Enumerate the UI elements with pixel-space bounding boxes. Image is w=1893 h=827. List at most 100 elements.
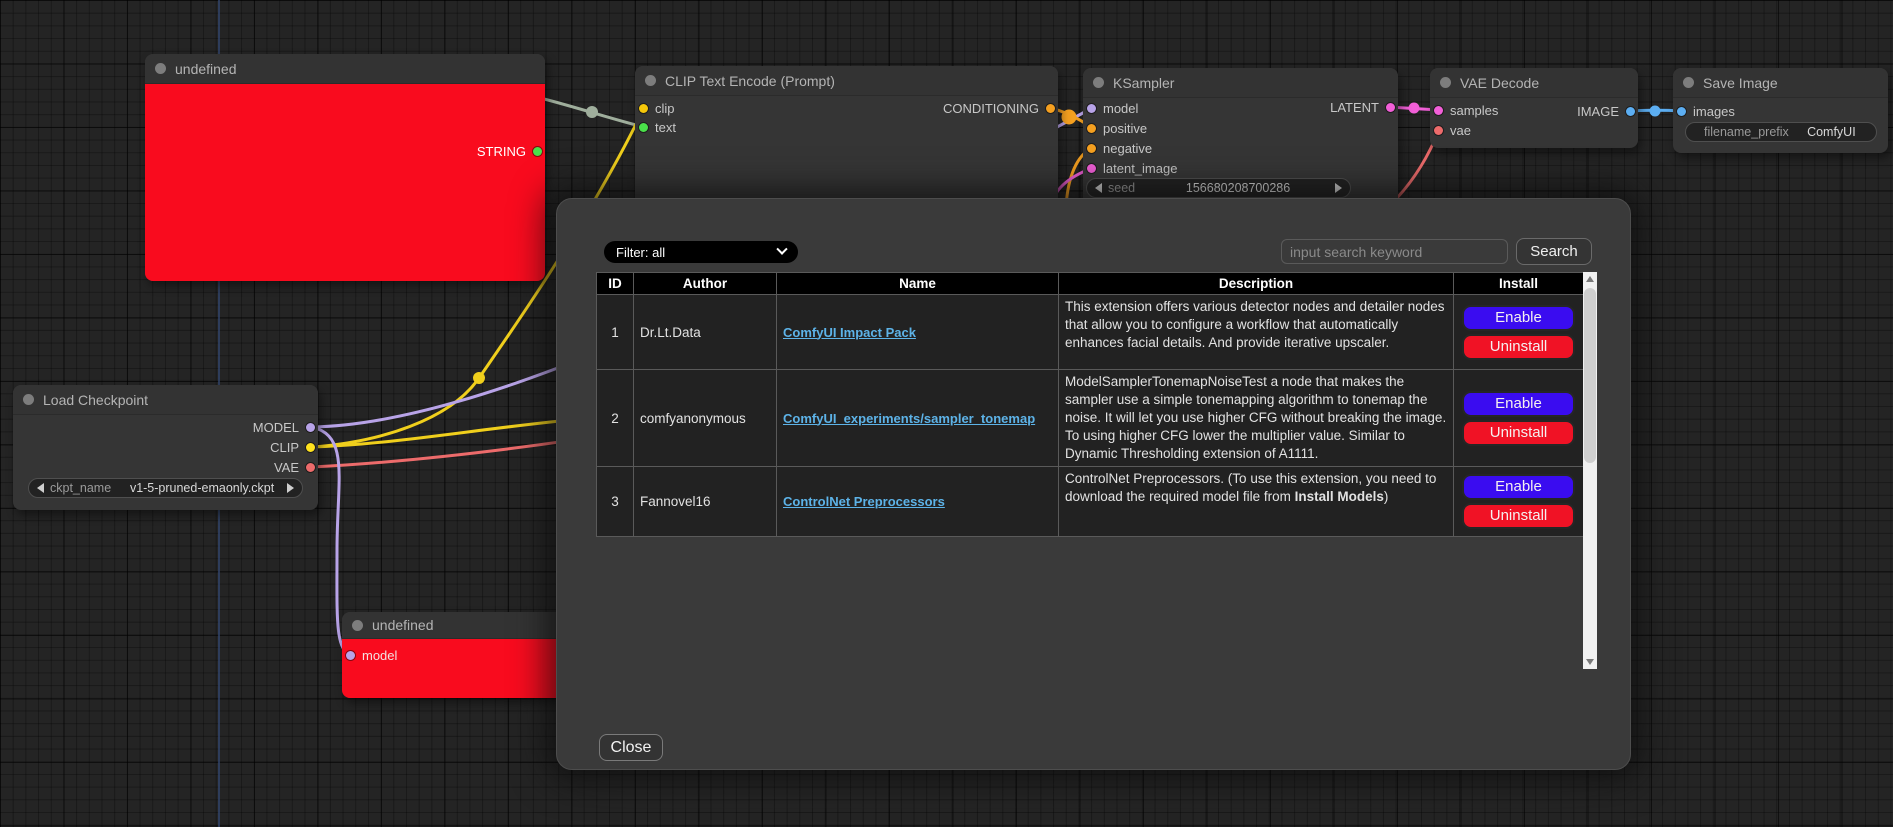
slot-label: CLIP bbox=[270, 440, 299, 455]
link-dot-image bbox=[1650, 106, 1661, 117]
node-title-bar[interactable]: VAE Decode bbox=[1430, 68, 1638, 98]
node-undefined-top[interactable]: undefined STRING bbox=[145, 54, 545, 281]
scroll-up-icon[interactable] bbox=[1583, 272, 1597, 286]
node-load-checkpoint[interactable]: Load Checkpoint MODEL CLIP VAE ckpt_name… bbox=[13, 385, 318, 510]
collapse-dot-icon[interactable] bbox=[645, 75, 656, 86]
scroll-down-icon[interactable] bbox=[1583, 655, 1597, 669]
comfyui-canvas[interactable]: undefined STRING CLIP Text Encode (Promp… bbox=[0, 0, 1893, 827]
collapse-dot-icon[interactable] bbox=[1440, 77, 1451, 88]
slot-dot[interactable] bbox=[1677, 107, 1686, 116]
uninstall-button[interactable]: Uninstall bbox=[1462, 503, 1575, 529]
close-button[interactable]: Close bbox=[599, 734, 663, 761]
slot-dot[interactable] bbox=[639, 123, 648, 132]
collapse-dot-icon[interactable] bbox=[352, 620, 363, 631]
slot-dot[interactable] bbox=[1434, 126, 1443, 135]
output-slot-image[interactable]: IMAGE bbox=[1577, 103, 1635, 119]
increment-arrow-icon[interactable] bbox=[1335, 183, 1342, 193]
enable-button[interactable]: Enable bbox=[1462, 305, 1575, 331]
scrollbar-thumb[interactable] bbox=[1584, 288, 1596, 463]
node-error-body bbox=[145, 84, 545, 281]
input-slot-text[interactable]: text bbox=[639, 119, 676, 135]
output-slot-conditioning[interactable]: CONDITIONING bbox=[943, 100, 1055, 116]
output-slot-latent[interactable]: LATENT bbox=[1330, 99, 1395, 115]
header-name: Name bbox=[777, 273, 1059, 295]
output-slot-vae[interactable]: VAE bbox=[274, 459, 315, 475]
slot-label: positive bbox=[1103, 121, 1147, 136]
header-description: Description bbox=[1059, 273, 1454, 295]
slot-dot[interactable] bbox=[1087, 164, 1096, 173]
seed-widget[interactable]: seed 156680208700286 bbox=[1086, 178, 1351, 198]
node-save-image[interactable]: Save Image images filename_prefix ComfyU… bbox=[1673, 68, 1888, 153]
slot-label: CONDITIONING bbox=[943, 101, 1039, 116]
filename-prefix-widget[interactable]: filename_prefix ComfyUI bbox=[1685, 122, 1877, 142]
slot-label: vae bbox=[1450, 123, 1471, 138]
collapse-dot-icon[interactable] bbox=[155, 63, 166, 74]
widget-value[interactable]: ComfyUI bbox=[1795, 125, 1868, 139]
slot-dot[interactable] bbox=[306, 423, 315, 432]
input-slot-samples[interactable]: samples bbox=[1434, 102, 1498, 118]
node-title-bar[interactable]: CLIP Text Encode (Prompt) bbox=[635, 66, 1058, 96]
slot-dot[interactable] bbox=[346, 651, 355, 660]
extension-description: ControlNet Preprocessors. (To use this e… bbox=[1059, 467, 1454, 537]
output-slot-string[interactable]: STRING bbox=[477, 143, 542, 159]
slot-dot[interactable] bbox=[533, 147, 542, 156]
input-slot-model[interactable]: model bbox=[1087, 100, 1138, 116]
widget-label: ckpt_name bbox=[50, 481, 111, 495]
node-title-bar[interactable]: Save Image bbox=[1673, 68, 1888, 98]
input-slot-latent-image[interactable]: latent_image bbox=[1087, 160, 1177, 176]
slot-dot[interactable] bbox=[1434, 106, 1443, 115]
slot-label: MODEL bbox=[253, 420, 299, 435]
slot-dot[interactable] bbox=[1087, 104, 1096, 113]
output-slot-clip[interactable]: CLIP bbox=[270, 439, 315, 455]
decrement-arrow-icon[interactable] bbox=[37, 483, 44, 493]
slot-dot[interactable] bbox=[1046, 104, 1055, 113]
node-title-bar[interactable]: Load Checkpoint bbox=[13, 385, 318, 415]
node-title: CLIP Text Encode (Prompt) bbox=[665, 73, 835, 89]
extension-name-link[interactable]: ComfyUI Impact Pack bbox=[783, 325, 916, 340]
input-slot-images[interactable]: images bbox=[1677, 103, 1735, 119]
input-slot-positive[interactable]: positive bbox=[1087, 120, 1147, 136]
uninstall-button[interactable]: Uninstall bbox=[1462, 334, 1575, 360]
input-slot-negative[interactable]: negative bbox=[1087, 140, 1152, 156]
node-title-bar[interactable]: KSampler bbox=[1083, 68, 1398, 98]
increment-arrow-icon[interactable] bbox=[287, 483, 294, 493]
decrement-arrow-icon[interactable] bbox=[1095, 183, 1102, 193]
extension-name-link[interactable]: ComfyUI_experiments/sampler_tonemap bbox=[783, 411, 1035, 426]
slot-dot[interactable] bbox=[1386, 103, 1395, 112]
collapse-dot-icon[interactable] bbox=[1093, 77, 1104, 88]
collapse-dot-icon[interactable] bbox=[23, 394, 34, 405]
filter-select[interactable]: Filter: all bbox=[604, 241, 798, 263]
description-bold: Install Models bbox=[1295, 489, 1384, 504]
extension-author: comfyanonymous bbox=[634, 370, 777, 467]
widget-value[interactable]: 156680208700286 bbox=[1141, 181, 1335, 195]
table-scrollbar[interactable] bbox=[1583, 272, 1597, 669]
collapse-dot-icon[interactable] bbox=[1683, 77, 1694, 88]
output-slot-model[interactable]: MODEL bbox=[253, 419, 315, 435]
enable-button[interactable]: Enable bbox=[1462, 391, 1575, 417]
widget-label: filename_prefix bbox=[1704, 125, 1789, 139]
slot-label: IMAGE bbox=[1577, 104, 1619, 119]
search-input[interactable] bbox=[1281, 239, 1508, 264]
uninstall-button[interactable]: Uninstall bbox=[1462, 420, 1575, 446]
ckpt-name-widget[interactable]: ckpt_name v1-5-pruned-emaonly.ckpt bbox=[28, 478, 303, 498]
input-slot-clip[interactable]: clip bbox=[639, 100, 675, 116]
description-text: ) bbox=[1384, 489, 1389, 504]
slot-dot[interactable] bbox=[1087, 144, 1096, 153]
slot-dot[interactable] bbox=[639, 104, 648, 113]
widget-value[interactable]: v1-5-pruned-emaonly.ckpt bbox=[117, 481, 287, 495]
enable-button[interactable]: Enable bbox=[1462, 474, 1575, 500]
slot-label: latent_image bbox=[1103, 161, 1177, 176]
node-title: undefined bbox=[175, 61, 237, 77]
comfyui-manager-dialog: Filter: all Search ID Author Name Descri… bbox=[556, 198, 1631, 770]
extension-table: ID Author Name Description Install 1 Dr.… bbox=[596, 272, 1584, 537]
slot-dot[interactable] bbox=[1626, 107, 1635, 116]
node-title-bar[interactable]: undefined bbox=[145, 54, 545, 84]
input-slot-vae[interactable]: vae bbox=[1434, 122, 1471, 138]
extension-name-link[interactable]: ControlNet Preprocessors bbox=[783, 494, 945, 509]
slot-dot[interactable] bbox=[306, 443, 315, 452]
slot-dot[interactable] bbox=[1087, 124, 1096, 133]
slot-dot[interactable] bbox=[306, 463, 315, 472]
input-slot-model[interactable]: model bbox=[346, 647, 397, 663]
node-vae-decode[interactable]: VAE Decode samples vae IMAGE bbox=[1430, 68, 1638, 148]
search-button[interactable]: Search bbox=[1516, 238, 1592, 265]
